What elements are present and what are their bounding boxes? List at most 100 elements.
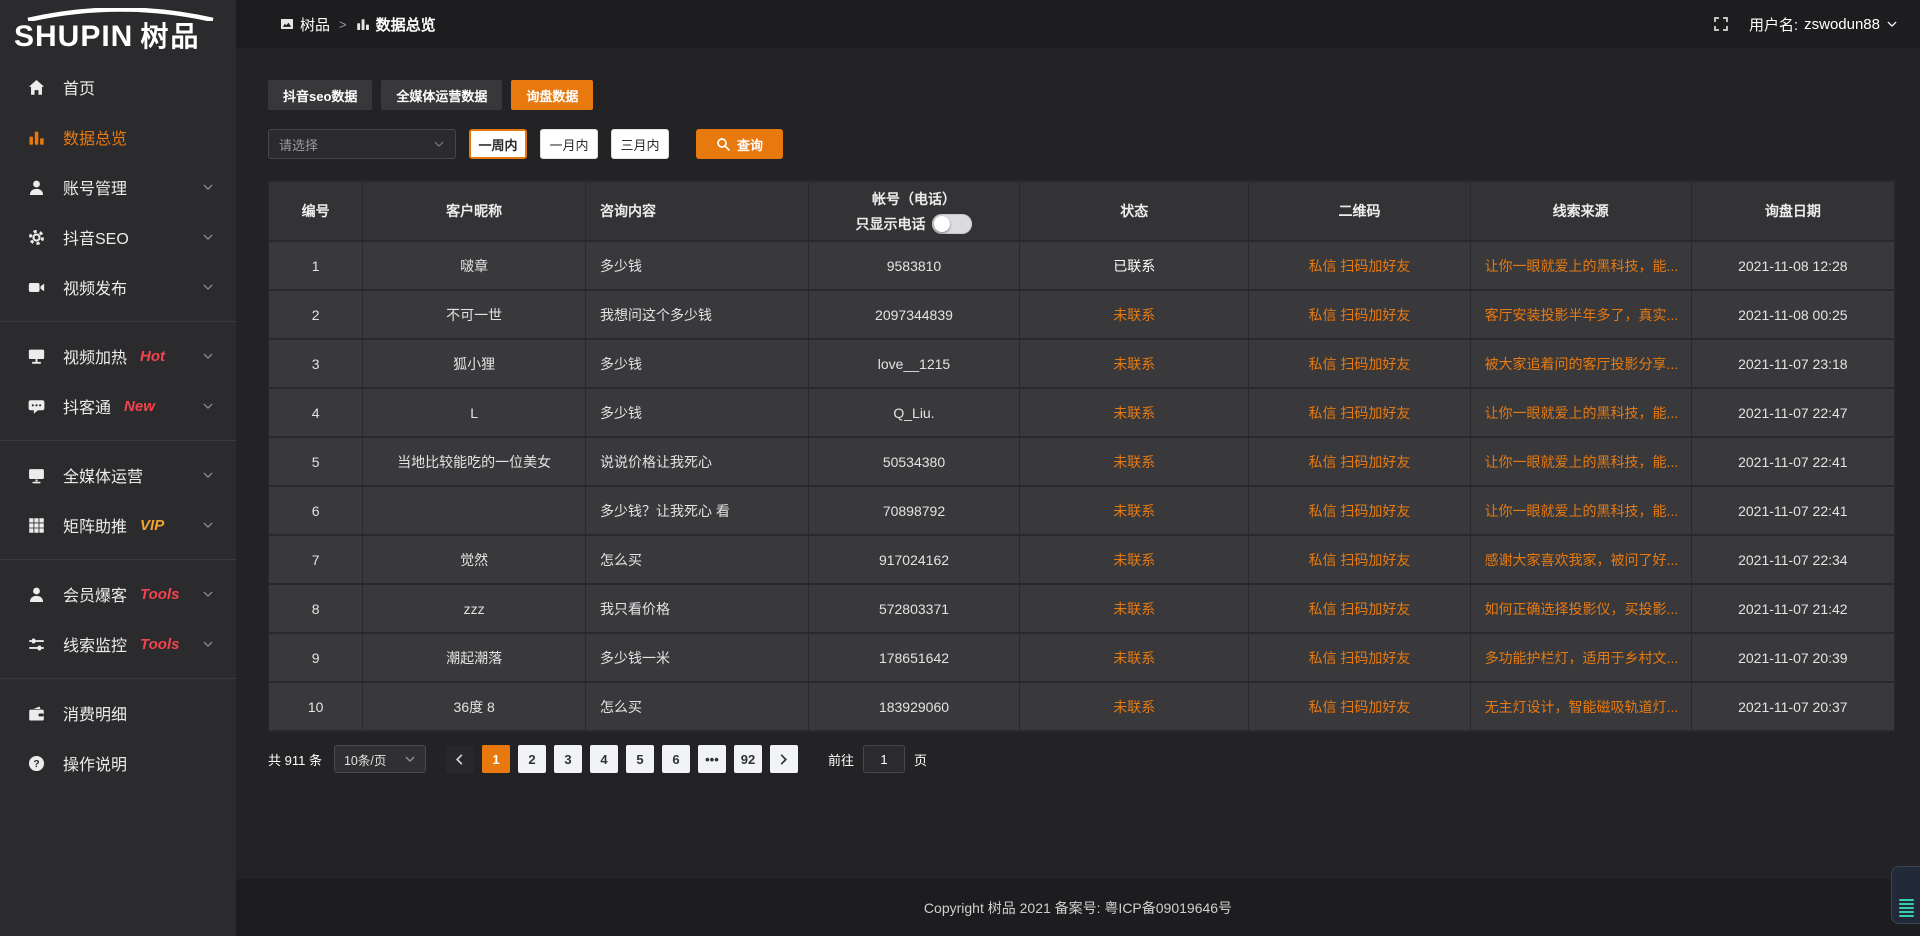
sidebar-item[interactable]: 首页 xyxy=(0,62,236,112)
cell-account: 2097344839 xyxy=(808,290,1019,339)
search-button[interactable]: 查询 xyxy=(696,129,783,159)
table-header-row: 编号 客户昵称 咨询内容 帐号（电话） 只显示电话 状态 二维码 线索来源 询盘… xyxy=(269,181,1895,241)
page-number-button[interactable]: 92 xyxy=(734,745,762,773)
sidebar-item-label: 首页 xyxy=(63,75,95,99)
cell-qr-actions[interactable]: 私信 扫码加好友 xyxy=(1249,437,1470,486)
brand-en: SHUPIN xyxy=(14,21,133,53)
fullscreen-button[interactable] xyxy=(1713,16,1729,32)
cell-inquiry: 怎么买 xyxy=(586,535,809,584)
cell-no: 6 xyxy=(269,486,363,535)
sidebar-item[interactable]: 账号管理 xyxy=(0,162,236,212)
cell-qr-actions[interactable]: 私信 扫码加好友 xyxy=(1249,388,1470,437)
table-row: 8 zzz 我只看价格 572803371 未联系 私信 扫码加好友 如何正确选… xyxy=(269,584,1895,633)
cell-no: 5 xyxy=(269,437,363,486)
date-range-button[interactable]: 一月内 xyxy=(540,129,598,159)
sidebar-item[interactable]: 线索监控 Tools xyxy=(0,619,236,669)
cell-account: Q_Liu. xyxy=(808,388,1019,437)
chat-icon xyxy=(28,398,48,415)
breadcrumb-page[interactable]: 数据总览 xyxy=(356,14,436,35)
cell-nickname: 狐小狸 xyxy=(363,339,586,388)
chevron-down-icon xyxy=(202,469,214,481)
cell-source-link[interactable]: 让你一眼就爱上的黑科技，能... xyxy=(1470,241,1691,290)
cell-account: 572803371 xyxy=(808,584,1019,633)
cell-status: 未联系 xyxy=(1020,486,1249,535)
tab[interactable]: 全媒体运营数据 xyxy=(381,80,502,110)
date-range-button[interactable]: 三月内 xyxy=(611,129,669,159)
tab[interactable]: 抖音seo数据 xyxy=(268,80,372,110)
cell-account: 183929060 xyxy=(808,682,1019,731)
cell-source-link[interactable]: 让你一眼就爱上的黑科技，能... xyxy=(1470,388,1691,437)
cell-date: 2021-11-07 21:42 xyxy=(1691,584,1894,633)
sidebar-item[interactable]: 消费明细 xyxy=(0,688,236,738)
cell-qr-actions[interactable]: 私信 扫码加好友 xyxy=(1249,241,1470,290)
cell-no: 3 xyxy=(269,339,363,388)
sidebar-item[interactable]: 视频加热 Hot xyxy=(0,331,236,381)
cell-status: 未联系 xyxy=(1020,290,1249,339)
svg-text:?: ? xyxy=(33,759,39,770)
page-number-button[interactable]: 3 xyxy=(554,745,582,773)
sidebar-item[interactable]: 矩阵助推 VIP xyxy=(0,500,236,550)
user-menu[interactable]: 用户名: zswodun88 xyxy=(1749,14,1898,35)
sidebar-item[interactable]: 视频发布 xyxy=(0,262,236,312)
cell-inquiry: 多少钱 xyxy=(586,241,809,290)
sidebar-item[interactable]: 会员爆客 Tools xyxy=(0,569,236,619)
cell-source-link[interactable]: 多功能护栏灯，适用于乡村文... xyxy=(1470,633,1691,682)
cell-source-link[interactable]: 无主灯设计，智能磁吸轨道灯... xyxy=(1470,682,1691,731)
date-range-button[interactable]: 一周内 xyxy=(469,129,527,159)
copyright-text: Copyright 树品 2021 备案号: 粤ICP备09019646号 xyxy=(924,898,1232,918)
col-header-qrcode: 二维码 xyxy=(1249,181,1470,241)
data-tabs: 抖音seo数据 全媒体运营数据 询盘数据 xyxy=(268,80,1895,110)
cell-source-link[interactable]: 如何正确选择投影仪，买投影... xyxy=(1470,584,1691,633)
goto-page-input[interactable] xyxy=(863,745,905,773)
page-number-button[interactable]: 4 xyxy=(590,745,618,773)
page-size-select[interactable]: 10条/页 xyxy=(334,745,426,773)
page-number-button[interactable]: 1 xyxy=(482,745,510,773)
sidebar-item-label: 矩阵助推 xyxy=(63,513,127,537)
cell-source-link[interactable]: 客厅安装投影半年多了，真实... xyxy=(1470,290,1691,339)
chevron-down-icon xyxy=(202,231,214,243)
inquiry-table: 编号 客户昵称 咨询内容 帐号（电话） 只显示电话 状态 二维码 线索来源 询盘… xyxy=(268,180,1895,732)
phone-only-toggle[interactable] xyxy=(932,214,972,234)
sidebar-item[interactable]: ? 操作说明 xyxy=(0,738,236,788)
cell-source-link[interactable]: 被大家追着问的客厅投影分享... xyxy=(1470,339,1691,388)
cell-account: love__1215 xyxy=(808,339,1019,388)
cell-qr-actions[interactable]: 私信 扫码加好友 xyxy=(1249,290,1470,339)
filter-select[interactable]: 请选择 xyxy=(268,129,456,159)
cell-qr-actions[interactable]: 私信 扫码加好友 xyxy=(1249,535,1470,584)
page-title: 数据总览 xyxy=(376,14,436,35)
chevron-left-icon xyxy=(453,753,466,766)
next-page-button[interactable] xyxy=(770,745,798,773)
page-number-button[interactable]: 2 xyxy=(518,745,546,773)
cell-qr-actions[interactable]: 私信 扫码加好友 xyxy=(1249,486,1470,535)
page-number-button[interactable]: 6 xyxy=(662,745,690,773)
cell-source-link[interactable]: 让你一眼就爱上的黑科技，能... xyxy=(1470,437,1691,486)
cell-source-link[interactable]: 让你一眼就爱上的黑科技，能... xyxy=(1470,486,1691,535)
cell-qr-actions[interactable]: 私信 扫码加好友 xyxy=(1249,633,1470,682)
cell-account: 50534380 xyxy=(808,437,1019,486)
col-header-status: 状态 xyxy=(1020,181,1249,241)
heat-icon xyxy=(28,348,48,365)
table-row: 7 觉然 怎么买 917024162 未联系 私信 扫码加好友 感谢大家喜欢我家… xyxy=(269,535,1895,584)
floating-widget[interactable] xyxy=(1891,866,1920,924)
tab[interactable]: 询盘数据 xyxy=(511,80,593,110)
breadcrumb-brand[interactable]: 树品 xyxy=(280,14,330,35)
search-icon xyxy=(716,137,730,151)
cell-qr-actions[interactable]: 私信 扫码加好友 xyxy=(1249,339,1470,388)
sidebar-item[interactable]: 全媒体运营 xyxy=(0,450,236,500)
prev-page-button[interactable] xyxy=(446,745,474,773)
sidebar-item[interactable]: 抖音SEO xyxy=(0,212,236,262)
cell-source-link[interactable]: 感谢大家喜欢我家，被问了好... xyxy=(1470,535,1691,584)
chevron-right-icon xyxy=(777,753,790,766)
page-number-button[interactable]: 5 xyxy=(626,745,654,773)
table-row: 6 多少钱？让我死心 看 70898792 未联系 私信 扫码加好友 让你一眼就… xyxy=(269,486,1895,535)
sidebar-item[interactable]: 抖客通 New xyxy=(0,381,236,431)
username-value: zswodun88 xyxy=(1804,16,1880,33)
widget-bar xyxy=(1899,899,1914,901)
filter-select-placeholder: 请选择 xyxy=(279,135,318,154)
page-number-button[interactable]: ••• xyxy=(698,745,726,773)
cell-qr-actions[interactable]: 私信 扫码加好友 xyxy=(1249,584,1470,633)
sidebar-item[interactable]: 数据总览 xyxy=(0,112,236,162)
cell-qr-actions[interactable]: 私信 扫码加好友 xyxy=(1249,682,1470,731)
chevron-down-icon xyxy=(404,753,416,765)
chevron-down-icon xyxy=(202,400,214,412)
